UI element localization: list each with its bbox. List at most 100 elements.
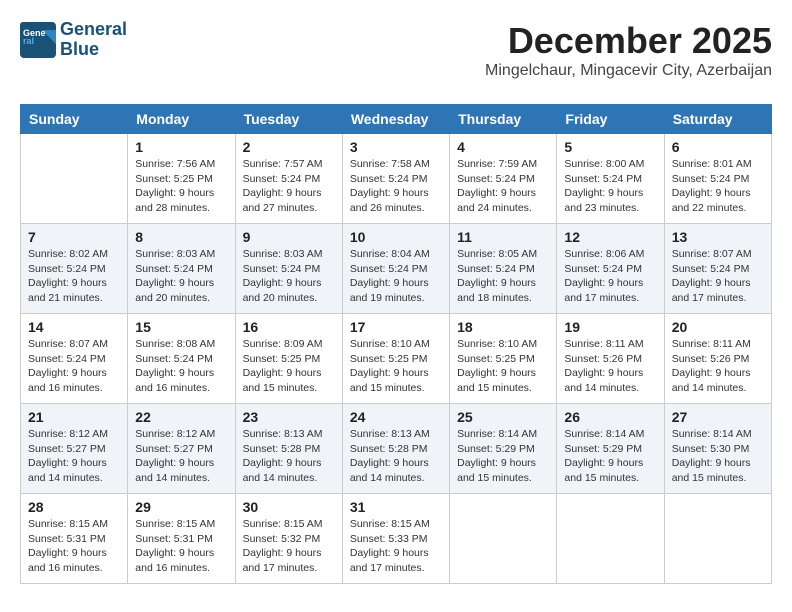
day-info: Sunrise: 8:09 AMSunset: 5:25 PMDaylight:… <box>243 337 335 396</box>
day-info: Sunrise: 8:15 AMSunset: 5:32 PMDaylight:… <box>243 517 335 576</box>
day-info: Sunrise: 8:08 AMSunset: 5:24 PMDaylight:… <box>135 337 227 396</box>
day-cell-9: 9Sunrise: 8:03 AMSunset: 5:24 PMDaylight… <box>235 224 342 314</box>
day-info: Sunrise: 8:15 AMSunset: 5:31 PMDaylight:… <box>135 517 227 576</box>
day-number: 31 <box>350 499 442 515</box>
logo: Gene ral General Blue <box>20 20 127 60</box>
day-info: Sunrise: 8:11 AMSunset: 5:26 PMDaylight:… <box>672 337 764 396</box>
day-cell-12: 12Sunrise: 8:06 AMSunset: 5:24 PMDayligh… <box>557 224 664 314</box>
day-info: Sunrise: 8:00 AMSunset: 5:24 PMDaylight:… <box>564 157 656 216</box>
day-cell-2: 2Sunrise: 7:57 AMSunset: 5:24 PMDaylight… <box>235 134 342 224</box>
day-cell-19: 19 Sunrise: 8:11 AMSunset: 5:26 PMDayligh… <box>557 314 664 404</box>
day-cell-23: 23 Sunrise: 8:13 AMSunset: 5:28 PMDayligh… <box>235 404 342 494</box>
day-cell-28: 28Sunrise: 8:15 AMSunset: 5:31 PMDayligh… <box>21 494 128 584</box>
day-info: Sunrise: 8:07 AMSunset: 5:24 PMDaylight:… <box>672 247 764 306</box>
day-number: 26 <box>564 409 656 425</box>
day-header-saturday: Saturday <box>664 105 771 134</box>
day-info: Sunrise: 8:07 AMSunset: 5:24 PMDaylight:… <box>28 337 120 396</box>
day-cell-30: 30Sunrise: 8:15 AMSunset: 5:32 PMDayligh… <box>235 494 342 584</box>
svg-text:ral: ral <box>23 36 34 46</box>
day-info: Sunrise: 8:13 AMSunset: 5:28 PMDaylight:… <box>243 427 335 486</box>
calendar-week-5: 28 Sunrise: 8:15 AMSunset: 5:31 PMDayligh… <box>21 494 772 584</box>
day-info: Sunrise: 8:01 AMSunset: 5:24 PMDaylight:… <box>672 157 764 216</box>
day-number: 29 <box>135 499 227 515</box>
day-number: 5 <box>564 139 656 155</box>
calendar-week-4: 21 Sunrise: 8:12 AMSunset: 5:27 PMDayligh… <box>21 404 772 494</box>
calendar-week-3: 14 Sunrise: 8:07 AMSunset: 5:24 PMDayligh… <box>21 314 772 404</box>
empty-cell <box>450 494 557 584</box>
day-info: Sunrise: 8:14 AMSunset: 5:29 PMDaylight:… <box>457 427 549 486</box>
day-cell-7: 7Sunrise: 8:02 AMSunset: 5:24 PMDaylight… <box>21 224 128 314</box>
day-info: Sunrise: 7:57 AMSunset: 5:24 PMDaylight:… <box>243 157 335 216</box>
day-header-monday: Monday <box>128 105 235 134</box>
day-cell-20: 20 Sunrise: 8:11 AMSunset: 5:26 PMDayligh… <box>664 314 771 404</box>
day-number: 4 <box>457 139 549 155</box>
day-info: Sunrise: 8:05 AMSunset: 5:24 PMDaylight:… <box>457 247 549 306</box>
day-number: 13 <box>672 229 764 245</box>
day-info: Sunrise: 8:03 AMSunset: 5:24 PMDaylight:… <box>135 247 227 306</box>
day-cell-18: 18 Sunrise: 8:10 AMSunset: 5:25 PMDayligh… <box>450 314 557 404</box>
day-cell-14: 14 Sunrise: 8:07 AMSunset: 5:24 PMDayligh… <box>21 314 128 404</box>
day-cell-27: 27 Sunrise: 8:14 AMSunset: 5:30 PMDayligh… <box>664 404 771 494</box>
day-info: Sunrise: 8:13 AMSunset: 5:28 PMDaylight:… <box>350 427 442 486</box>
day-number: 23 <box>243 409 335 425</box>
day-number: 14 <box>28 319 120 335</box>
day-number: 20 <box>672 319 764 335</box>
day-number: 8 <box>135 229 227 245</box>
day-number: 17 <box>350 319 442 335</box>
day-info: Sunrise: 8:15 AMSunset: 5:33 PMDaylight:… <box>350 517 442 576</box>
day-number: 24 <box>350 409 442 425</box>
day-cell-24: 24 Sunrise: 8:13 AMSunset: 5:28 PMDayligh… <box>342 404 449 494</box>
day-number: 1 <box>135 139 227 155</box>
day-cell-21: 21Sunrise: 8:12 AMSunset: 5:27 PMDayligh… <box>21 404 128 494</box>
day-cell-10: 10 Sunrise: 8:04 AMSunset: 5:24 PMDayligh… <box>342 224 449 314</box>
day-info: Sunrise: 8:11 AMSunset: 5:26 PMDaylight:… <box>564 337 656 396</box>
day-number: 19 <box>564 319 656 335</box>
day-info: Sunrise: 7:59 AMSunset: 5:24 PMDaylight:… <box>457 157 549 216</box>
empty-cell <box>557 494 664 584</box>
day-header-tuesday: Tuesday <box>235 105 342 134</box>
day-cell-22: 22 Sunrise: 8:12 AMSunset: 5:27 PMDayligh… <box>128 404 235 494</box>
day-cell-6: 6 Sunrise: 8:01 AMSunset: 5:24 PMDaylight… <box>664 134 771 224</box>
day-number: 7 <box>28 229 120 245</box>
day-cell-4: 4 Sunrise: 7:59 AMSunset: 5:24 PMDaylight… <box>450 134 557 224</box>
day-header-sunday: Sunday <box>21 105 128 134</box>
day-header-friday: Friday <box>557 105 664 134</box>
day-cell-29: 29 Sunrise: 8:15 AMSunset: 5:31 PMDayligh… <box>128 494 235 584</box>
day-number: 22 <box>135 409 227 425</box>
day-number: 28 <box>28 499 120 515</box>
day-cell-26: 26 Sunrise: 8:14 AMSunset: 5:29 PMDayligh… <box>557 404 664 494</box>
empty-cell <box>664 494 771 584</box>
calendar-week-2: 7Sunrise: 8:02 AMSunset: 5:24 PMDaylight… <box>21 224 772 314</box>
day-number: 21 <box>28 409 120 425</box>
day-number: 25 <box>457 409 549 425</box>
day-info: Sunrise: 8:03 AMSunset: 5:24 PMDaylight:… <box>243 247 335 306</box>
day-number: 15 <box>135 319 227 335</box>
day-cell-8: 8 Sunrise: 8:03 AMSunset: 5:24 PMDaylight… <box>128 224 235 314</box>
logo-line1: General <box>60 20 127 40</box>
day-header-wednesday: Wednesday <box>342 105 449 134</box>
empty-cell <box>21 134 128 224</box>
day-info: Sunrise: 8:06 AMSunset: 5:24 PMDaylight:… <box>564 247 656 306</box>
day-number: 16 <box>243 319 335 335</box>
day-info: Sunrise: 8:10 AMSunset: 5:25 PMDaylight:… <box>457 337 549 396</box>
month-title: December 2025 <box>485 20 772 62</box>
day-cell-13: 13 Sunrise: 8:07 AMSunset: 5:24 PMDayligh… <box>664 224 771 314</box>
day-number: 27 <box>672 409 764 425</box>
day-number: 11 <box>457 229 549 245</box>
day-info: Sunrise: 8:14 AMSunset: 5:30 PMDaylight:… <box>672 427 764 486</box>
location-title: Mingelchaur, Mingacevir City, Azerbaijan <box>485 62 772 80</box>
day-cell-17: 17Sunrise: 8:10 AMSunset: 5:25 PMDayligh… <box>342 314 449 404</box>
day-info: Sunrise: 8:12 AMSunset: 5:27 PMDaylight:… <box>135 427 227 486</box>
day-cell-16: 16 Sunrise: 8:09 AMSunset: 5:25 PMDayligh… <box>235 314 342 404</box>
day-header-thursday: Thursday <box>450 105 557 134</box>
day-number: 18 <box>457 319 549 335</box>
calendar-body: 1Sunrise: 7:56 AMSunset: 5:25 PMDaylight… <box>21 134 772 584</box>
day-info: Sunrise: 8:04 AMSunset: 5:24 PMDaylight:… <box>350 247 442 306</box>
day-number: 6 <box>672 139 764 155</box>
day-number: 3 <box>350 139 442 155</box>
day-number: 10 <box>350 229 442 245</box>
calendar: SundayMondayTuesdayWednesdayThursdayFrid… <box>20 104 772 584</box>
day-cell-25: 25 Sunrise: 8:14 AMSunset: 5:29 PMDayligh… <box>450 404 557 494</box>
day-info: Sunrise: 8:14 AMSunset: 5:29 PMDaylight:… <box>564 427 656 486</box>
day-cell-3: 3Sunrise: 7:58 AMSunset: 5:24 PMDaylight… <box>342 134 449 224</box>
